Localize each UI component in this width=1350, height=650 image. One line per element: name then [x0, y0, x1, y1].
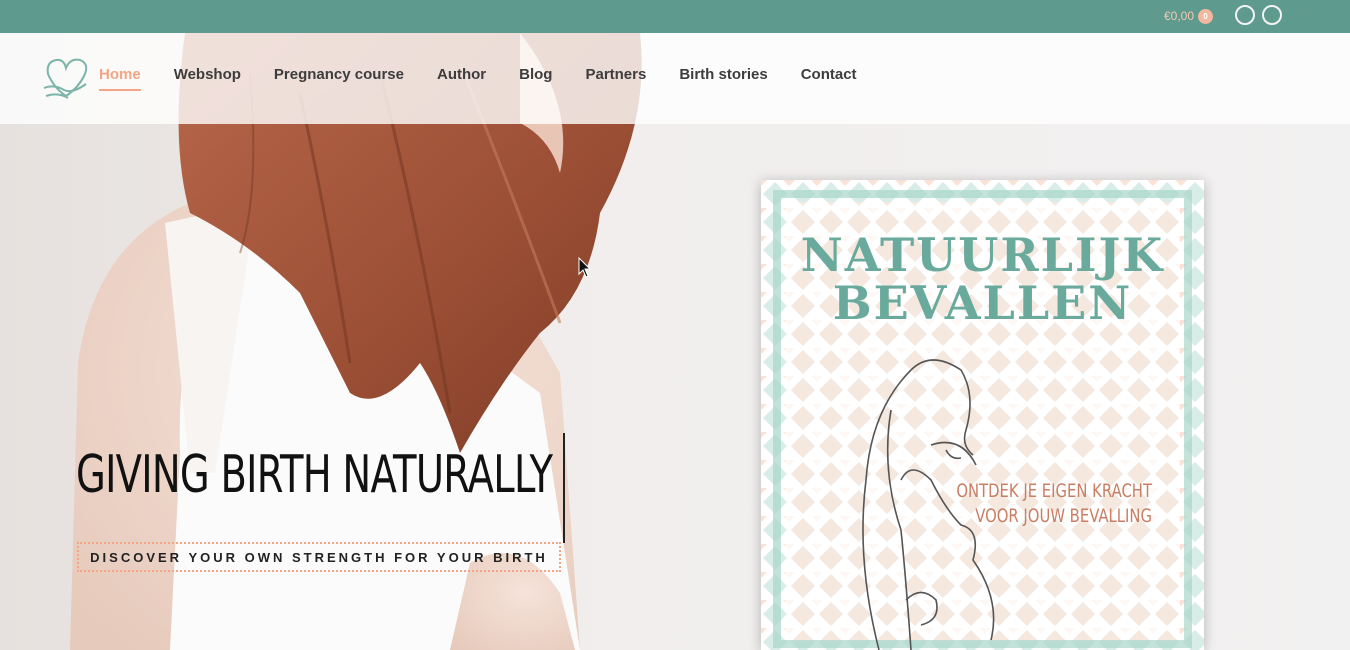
- text-caret: [563, 433, 565, 543]
- nav-home[interactable]: Home: [99, 66, 141, 91]
- cart-total: €0,00: [1164, 9, 1195, 23]
- logo-icon[interactable]: [42, 54, 90, 102]
- social-link-1-icon[interactable]: [1235, 5, 1255, 25]
- nav-blog[interactable]: Blog: [519, 66, 552, 89]
- book-tagline-line1: ONTDEK JE EIGEN KRACHT: [956, 480, 1152, 502]
- cart-button[interactable]: €0,00 0: [1164, 8, 1214, 24]
- book-title-line1: NATUURLIJK: [800, 228, 1165, 282]
- nav-author[interactable]: Author: [437, 66, 486, 89]
- nav-webshop[interactable]: Webshop: [174, 66, 241, 89]
- main-nav: Home Webshop Pregnancy course Author Blo…: [99, 66, 890, 91]
- mouse-pointer-icon: [578, 257, 592, 278]
- hero-headline: GIVING BIRTH NATURALLY: [76, 445, 553, 505]
- nav-partners[interactable]: Partners: [585, 66, 646, 89]
- book-cover[interactable]: NATUURLIJK BEVALLEN ONTDEK JE EIGEN KRAC…: [761, 180, 1204, 650]
- top-bar: €0,00 0: [0, 0, 1350, 33]
- book-title-line2: BEVALLEN: [832, 276, 1133, 330]
- social-link-2-icon[interactable]: [1262, 5, 1282, 25]
- nav-pregnancy-course[interactable]: Pregnancy course: [274, 66, 404, 89]
- nav-birth-stories[interactable]: Birth stories: [679, 66, 767, 89]
- book-tagline-line2: VOOR JOUW BEVALLING: [975, 505, 1152, 527]
- nav-contact[interactable]: Contact: [801, 66, 857, 89]
- cart-count-badge: 0: [1198, 8, 1214, 24]
- hero-subline: DISCOVER YOUR OWN STRENGTH FOR YOUR BIRT…: [77, 542, 561, 572]
